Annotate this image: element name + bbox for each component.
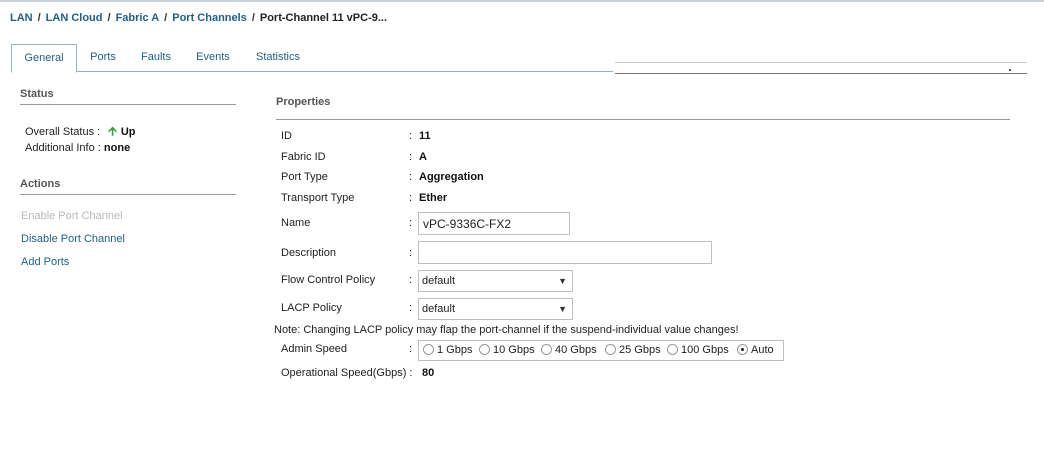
- tab-bar-rule: [11, 71, 613, 72]
- transport-type-label: Transport Type: [281, 192, 355, 204]
- chevron-down-icon: ▼: [558, 276, 567, 286]
- admin-speed-label: Admin Speed: [281, 343, 348, 355]
- add-ports-link[interactable]: Add Ports: [21, 256, 69, 268]
- speed-option-label: 100 Gbps: [681, 344, 729, 356]
- lacp-select[interactable]: default ▼: [418, 298, 573, 320]
- breadcrumb-separator: /: [251, 12, 255, 24]
- tab-general[interactable]: General: [11, 44, 77, 73]
- actions-title: Actions: [20, 178, 61, 190]
- port-type-colon: :: [409, 171, 413, 183]
- left-panel: Status Overall Status : 🡩 Up Additional In…: [20, 88, 236, 268]
- radio-circle-selected: [737, 344, 748, 355]
- tab-events[interactable]: Events: [191, 44, 235, 71]
- name-colon: :: [409, 217, 413, 229]
- id-colon: :: [409, 130, 413, 142]
- chevron-down-icon: ▼: [558, 304, 567, 314]
- tab-faults[interactable]: Faults: [135, 44, 177, 71]
- overall-status-value: Up: [120, 126, 136, 138]
- disable-port-channel-link[interactable]: Disable Port Channel: [21, 233, 125, 245]
- speed-radio-auto[interactable]: Auto: [737, 344, 774, 356]
- speed-option-label: Auto: [751, 344, 774, 356]
- speed-radio-10gbps[interactable]: 10 Gbps: [479, 344, 535, 356]
- speed-radio-40gbps[interactable]: 40 Gbps: [541, 344, 597, 356]
- lacp-selected: default: [422, 303, 456, 315]
- admin-speed-colon: :: [409, 343, 413, 355]
- additional-info-label: Additional Info :: [25, 142, 101, 154]
- tab-ports[interactable]: Ports: [81, 44, 125, 71]
- speed-radio-25gbps[interactable]: 25 Gbps: [605, 344, 661, 356]
- flow-control-selected: default: [422, 275, 456, 287]
- admin-speed-radio-group: 1 Gbps 10 Gbps 40 Gbps 25 Gbps 100 Gbps …: [418, 340, 784, 361]
- additional-info-row: Additional Info : none: [25, 142, 130, 154]
- speed-option-label: 1 Gbps: [437, 344, 473, 356]
- breadcrumb-separator: /: [37, 12, 41, 24]
- port-type-value: Aggregation: [419, 171, 484, 183]
- speed-option-label: 25 Gbps: [619, 344, 661, 356]
- speed-radio-1gbps[interactable]: 1 Gbps: [423, 344, 472, 356]
- breadcrumb-lan-cloud[interactable]: LAN Cloud: [46, 12, 103, 24]
- breadcrumb-fabric-a[interactable]: Fabric A: [116, 12, 160, 24]
- speed-option-label: 40 Gbps: [555, 344, 597, 356]
- fabric-id-label: Fabric ID: [281, 151, 326, 163]
- description-label: Description: [281, 247, 337, 259]
- radio-circle: [667, 344, 678, 355]
- actions-section: Actions: [20, 178, 236, 195]
- breadcrumb-lan[interactable]: LAN: [10, 12, 33, 24]
- name-field[interactable]: [418, 212, 570, 235]
- status-title: Status: [20, 88, 54, 100]
- breadcrumb-port-channels[interactable]: Port Channels: [172, 12, 247, 24]
- up-arrow-icon: 🡩: [108, 124, 117, 138]
- flow-control-select[interactable]: default ▼: [418, 270, 573, 292]
- fabric-id-value: A: [419, 151, 427, 163]
- breadcrumb: LAN / LAN Cloud / Fabric A / Port Channels / Por…: [10, 12, 387, 24]
- speed-radio-100gbps[interactable]: 100 Gbps: [667, 344, 729, 356]
- radio-circle: [423, 344, 434, 355]
- breadcrumb-separator: /: [107, 12, 111, 24]
- oper-speed-value: 80: [422, 367, 435, 379]
- description-colon: :: [409, 247, 413, 259]
- lacp-note: Note: Changing LACP policy may flap the …: [274, 324, 739, 336]
- enable-port-channel-link: Enable Port Channel: [21, 210, 123, 222]
- properties-rule: [276, 119, 1010, 120]
- properties-panel: Properties ID : 11 Fabric ID : A Port Ty…: [276, 96, 1010, 379]
- breadcrumb-current: Port-Channel 11 vPC-9...: [259, 12, 388, 24]
- fabric-id-colon: :: [409, 151, 413, 163]
- flow-control-colon: :: [409, 274, 413, 286]
- properties-title: Properties: [276, 96, 331, 108]
- breadcrumb-separator: /: [164, 12, 168, 24]
- oper-speed-label: Operational Speed(Gbps) :: [281, 367, 413, 379]
- status-rule: [20, 104, 236, 105]
- radio-circle: [605, 344, 616, 355]
- overall-status-row: Overall Status : 🡩 Up: [25, 122, 136, 143]
- id-label: ID: [281, 130, 292, 142]
- overall-status-label: Overall Status :: [25, 126, 101, 138]
- description-field[interactable]: [418, 241, 712, 264]
- actions-rule: [20, 194, 236, 195]
- panel-divider: [615, 62, 1027, 74]
- additional-info-value: none: [103, 142, 131, 154]
- port-type-label: Port Type: [281, 171, 328, 183]
- radio-circle: [541, 344, 552, 355]
- name-label: Name: [281, 217, 311, 229]
- flow-control-label: Flow Control Policy: [281, 274, 376, 286]
- transport-type-colon: :: [409, 192, 413, 204]
- radio-circle: [479, 344, 490, 355]
- lacp-colon: :: [409, 302, 413, 314]
- tab-statistics[interactable]: Statistics: [249, 44, 307, 71]
- speed-option-label: 10 Gbps: [493, 344, 535, 356]
- top-border: [0, 0, 1044, 2]
- lacp-label: LACP Policy: [281, 302, 342, 314]
- transport-type-value: Ether: [419, 192, 448, 204]
- id-value: 11: [419, 130, 431, 142]
